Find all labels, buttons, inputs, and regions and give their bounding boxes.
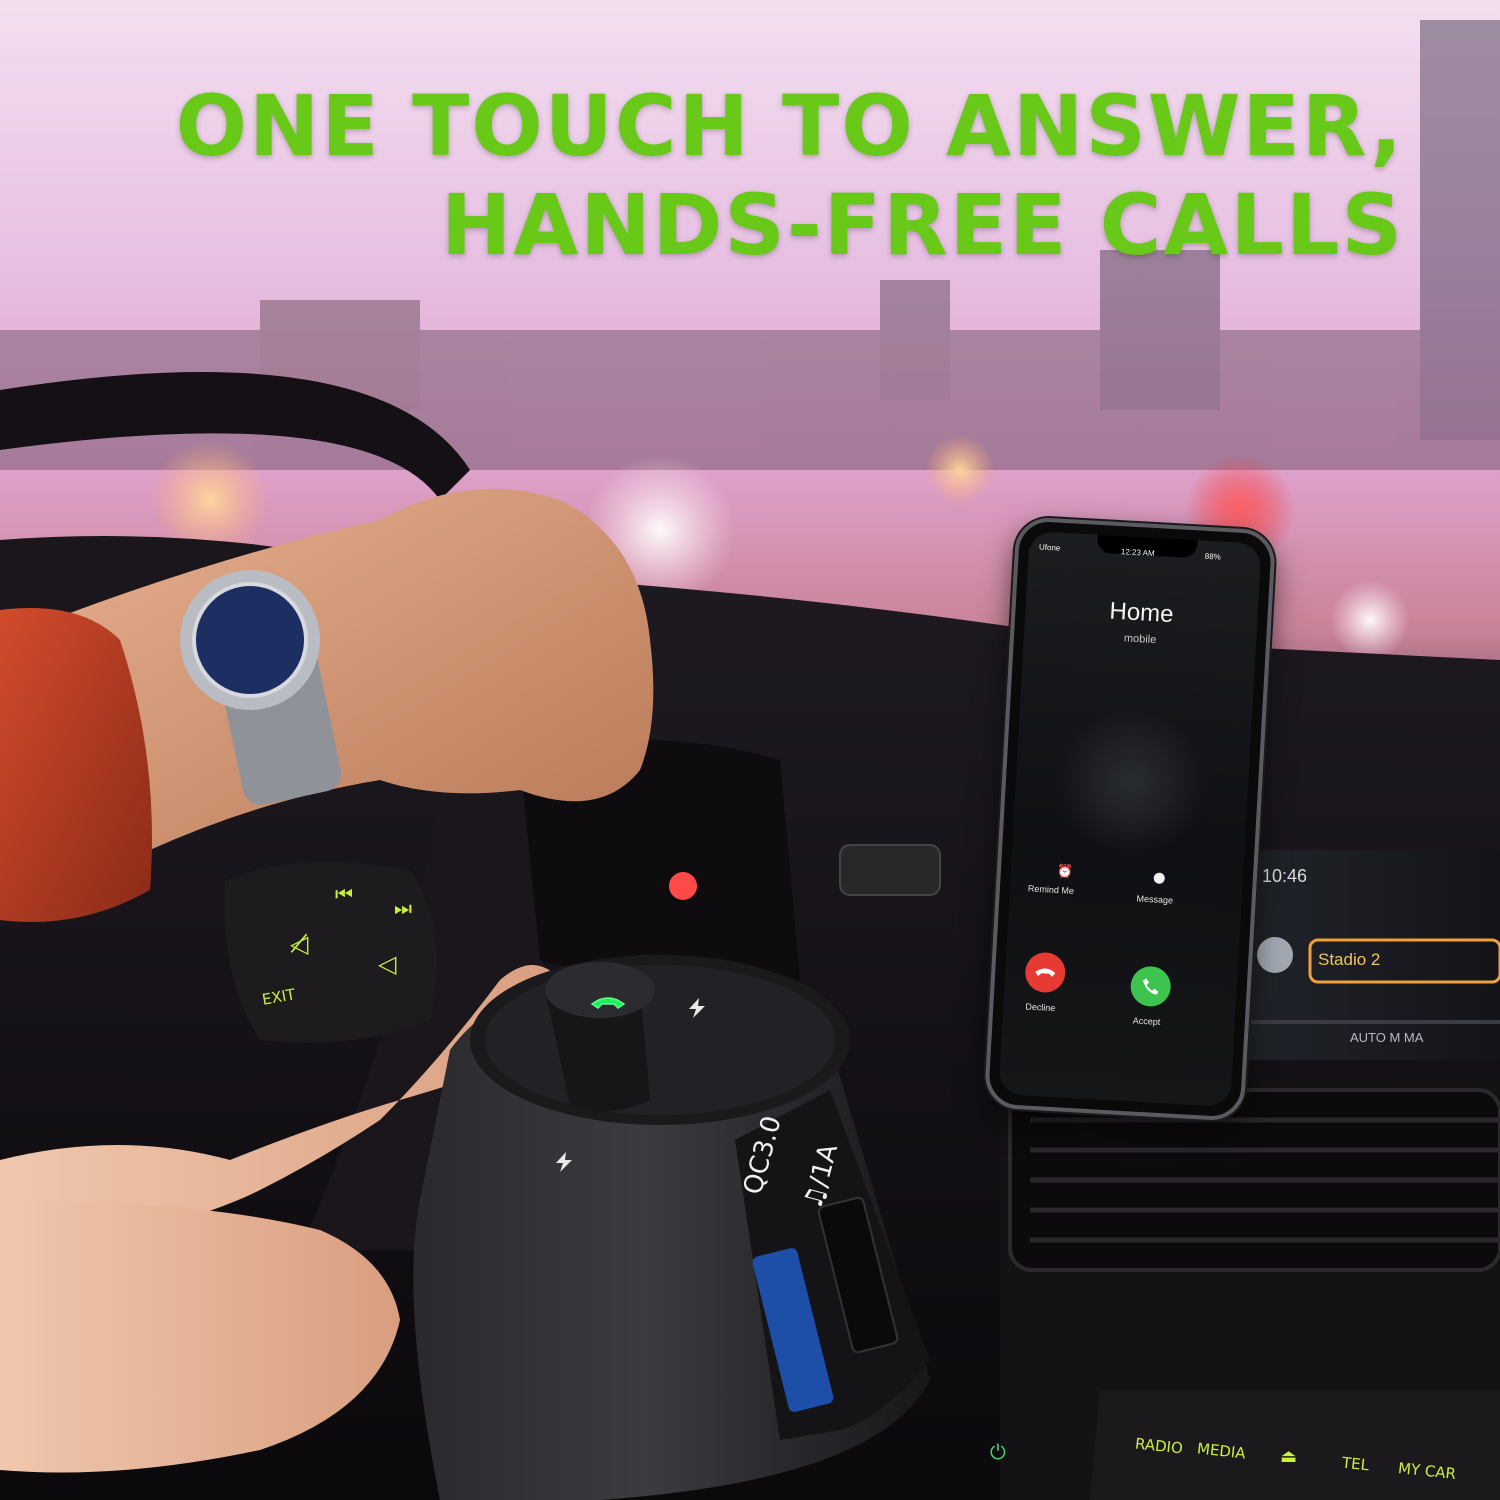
phone-screen: Ufone 12:23 AM 88% Home mobile ⏰ Remind … bbox=[998, 530, 1262, 1108]
lightning-icon bbox=[552, 1152, 576, 1176]
phone-decline-icon bbox=[1035, 968, 1056, 977]
ad-scene: ONE TOUCH TO ANSWER, HANDS-FREE CALLS QC… bbox=[0, 0, 1500, 1500]
decline-label: Decline bbox=[1025, 1001, 1056, 1014]
screen-vignette bbox=[1051, 702, 1211, 862]
accept-button[interactable] bbox=[1129, 965, 1172, 1008]
decline-button[interactable] bbox=[1024, 951, 1067, 994]
message-button[interactable]: Message bbox=[1136, 893, 1173, 905]
remind-me-button[interactable]: Remind Me bbox=[1028, 883, 1075, 896]
status-carrier: Ufone bbox=[1038, 542, 1061, 553]
caller-name: Home bbox=[1108, 597, 1175, 629]
display-time: 10:46 bbox=[1262, 866, 1308, 886]
usb-port-icon[interactable] bbox=[770, 1260, 810, 1400]
status-time: 12:23 AM bbox=[1120, 547, 1155, 558]
accept-label: Accept bbox=[1132, 1015, 1161, 1027]
phone-accept-icon bbox=[1142, 978, 1159, 995]
next-track-icon[interactable]: ⏭ bbox=[394, 896, 412, 920]
tel-button[interactable]: TEL bbox=[1341, 1454, 1370, 1475]
status-battery: 88% bbox=[1204, 551, 1222, 562]
alarm-icon: ⏰ bbox=[1056, 863, 1074, 879]
eject-icon[interactable]: ⏏ bbox=[1280, 1446, 1297, 1467]
lightning-icon bbox=[685, 998, 709, 1022]
display-station: Stadio 2 bbox=[1318, 950, 1381, 969]
message-icon bbox=[1153, 872, 1166, 885]
display-band: AUTO M MA bbox=[1350, 1030, 1424, 1045]
power-icon[interactable]: ⏻ bbox=[990, 1440, 1006, 1464]
headline-line-1: ONE TOUCH TO ANSWER, bbox=[175, 77, 1404, 175]
volume-icon[interactable]: ◁ bbox=[378, 950, 396, 978]
mute-icon[interactable]: ◁̸ bbox=[290, 930, 308, 958]
previous-track-icon[interactable]: ⏮ bbox=[335, 882, 353, 906]
smartphone: Ufone 12:23 AM 88% Home mobile ⏰ Remind … bbox=[983, 516, 1277, 1122]
headline-line-2: HANDS-FREE CALLS bbox=[441, 176, 1404, 274]
phone-button-icon[interactable] bbox=[588, 990, 628, 1010]
